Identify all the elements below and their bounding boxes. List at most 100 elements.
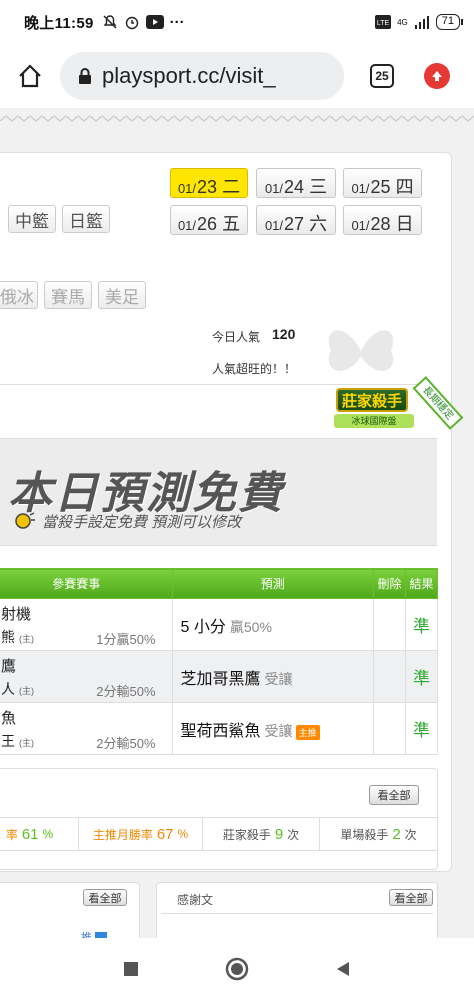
- browser-toolbar: playsport.cc/visit_ 25: [0, 44, 474, 108]
- date-weekday: 二: [222, 177, 241, 197]
- thanks-box: 感謝文 看全部: [156, 882, 438, 938]
- date-0124[interactable]: 01/24 三: [256, 168, 336, 198]
- popularity-value: 120: [272, 326, 296, 342]
- date-0126[interactable]: 01/26 五: [170, 205, 248, 235]
- stat-label: 主推月勝率: [92, 827, 153, 842]
- mute-icon: [103, 15, 117, 29]
- table-row: 射機 熊 (主) 1分贏50% 5 小分 贏50% 準: [0, 598, 438, 651]
- thanks-divider: [161, 913, 433, 914]
- signal-icon: [414, 16, 429, 29]
- date-weekday: 四: [395, 177, 414, 197]
- home-tag: (主): [19, 686, 34, 696]
- prediction-sub: 受讓: [264, 722, 293, 739]
- game-result: 2分輸50%: [96, 684, 156, 699]
- stats-box: 看全部 率 61% 主推月勝率 67% 莊家殺手 9 次 單場殺手 2 次: [0, 768, 438, 870]
- team-home-name: 人: [1, 681, 15, 697]
- prediction-text: 芝加哥黑鷹: [180, 670, 261, 688]
- web-page: 01/23 二 01/24 三 01/25 四 01/26 五 01/27 六 …: [0, 108, 474, 938]
- prediction-cell: 聖荷西鯊魚 受讓 主推: [171, 702, 375, 755]
- url-bar[interactable]: playsport.cc/visit_: [60, 52, 344, 100]
- volte-icon: LTE: [375, 15, 392, 29]
- date-day: 27: [284, 214, 305, 234]
- home-nav-button-icon[interactable]: [224, 956, 250, 982]
- banker-killer-badge: 莊家殺手 冰球國際盤 長期穩定: [332, 376, 464, 442]
- view-all-button[interactable]: 看全部: [83, 889, 127, 906]
- butterfly-watermark-icon: [328, 330, 394, 371]
- team-home-name: 熊: [1, 629, 15, 645]
- svg-text:LTE: LTE: [377, 20, 390, 27]
- status-bar: 晚上11:59 ··· LTE 4G 71: [0, 0, 474, 44]
- prediction-sub: 贏50%: [229, 618, 272, 635]
- date-month: 01/: [351, 218, 370, 233]
- home-button[interactable]: [0, 46, 60, 106]
- push-tag: 推: [81, 929, 108, 938]
- stat-value: 9: [274, 825, 284, 843]
- sport-button-nfl[interactable]: 美足: [98, 281, 146, 309]
- arrow-up-icon: [432, 71, 442, 81]
- home-icon: [19, 64, 41, 88]
- team-away: 魚: [1, 710, 17, 727]
- banner-subtitle: 當殺手設定免費 預測可以修改: [42, 514, 242, 531]
- col-delete: 刪除: [373, 568, 406, 599]
- recents-button-icon[interactable]: [122, 960, 140, 978]
- home-tag: (主): [19, 738, 34, 748]
- status-time: 晚上11:59: [24, 14, 94, 32]
- date-0123[interactable]: 01/23 二: [170, 168, 248, 198]
- date-0128[interactable]: 01/28 日: [343, 205, 422, 235]
- stats-row: 率 61% 主推月勝率 67% 莊家殺手 9 次 單場殺手 2 次: [0, 817, 437, 851]
- date-day: 26: [197, 214, 218, 234]
- stat-value: 61: [21, 825, 39, 843]
- stat-unit: 次: [404, 827, 417, 842]
- prediction-cell: 芝加哥黑鷹 受讓: [171, 650, 375, 703]
- view-all-button[interactable]: 看全部: [369, 785, 419, 805]
- lightbulb-icon: [15, 512, 35, 529]
- url-text: playsport.cc/visit_: [102, 63, 276, 88]
- date-0125[interactable]: 01/25 四: [343, 168, 422, 198]
- stat-single-killer: 單場殺手 2 次: [320, 818, 437, 850]
- prediction-text: 5 小分: [180, 618, 226, 636]
- badge-title: 莊家殺手: [336, 388, 408, 412]
- date-month: 01/: [177, 181, 197, 196]
- view-all-button[interactable]: 看全部: [389, 889, 433, 906]
- thanks-title: 感謝文: [177, 893, 214, 907]
- update-button[interactable]: [424, 63, 450, 89]
- stat-value: 67: [156, 825, 174, 843]
- popularity-label: 今日人氣: [212, 330, 261, 344]
- team-home-name: 王: [1, 733, 15, 749]
- zigzag-divider: [0, 115, 474, 122]
- more-notifications: ···: [169, 13, 185, 31]
- back-button-icon[interactable]: [334, 960, 352, 978]
- stat-value: 2: [392, 825, 401, 843]
- date-weekday: 日: [395, 214, 414, 234]
- date-day: 25: [370, 177, 391, 197]
- stat-win-rate: 率 61%: [0, 818, 79, 850]
- game-cell: 魚 王 (主) 2分輸50%: [0, 702, 173, 755]
- tab-switcher-button[interactable]: 25: [370, 64, 394, 88]
- stat-unit: %: [42, 827, 54, 841]
- sport-button-khl[interactable]: 俄冰: [0, 281, 38, 309]
- date-0127[interactable]: 01/27 六: [256, 205, 336, 235]
- sport-button-jbl[interactable]: 日籃: [62, 205, 110, 233]
- date-weekday: 三: [309, 177, 328, 197]
- team-home: 熊 (主): [1, 627, 34, 647]
- badge-sub: 冰球國際盤: [334, 414, 414, 428]
- col-prediction: 預測: [171, 568, 375, 599]
- game-cell: 射機 熊 (主) 1分贏50%: [0, 598, 173, 651]
- popularity-note: 人氣超旺的！！: [212, 362, 297, 376]
- team-away: 射機: [1, 606, 32, 623]
- stat-label: 率: [5, 827, 18, 842]
- date-month: 01/: [177, 218, 197, 233]
- youtube-icon: [145, 15, 164, 29]
- date-month: 01/: [264, 218, 284, 233]
- col-result: 結果: [405, 568, 438, 599]
- sport-button-cba[interactable]: 中籃: [8, 205, 56, 233]
- date-day: 28: [370, 214, 391, 234]
- sport-button-horse[interactable]: 賽馬: [44, 281, 92, 309]
- home-tag: (主): [19, 634, 34, 644]
- bottom-left-box: 看全部 推: [0, 882, 140, 938]
- badge-ribbon: 長期穩定: [412, 376, 464, 430]
- android-nav-bar: [0, 938, 474, 1000]
- stat-label: 單場殺手: [340, 827, 389, 842]
- table-row: 鷹 人 (主) 2分輸50% 芝加哥黑鷹 受讓 準: [0, 650, 438, 703]
- delete-cell: [373, 598, 406, 651]
